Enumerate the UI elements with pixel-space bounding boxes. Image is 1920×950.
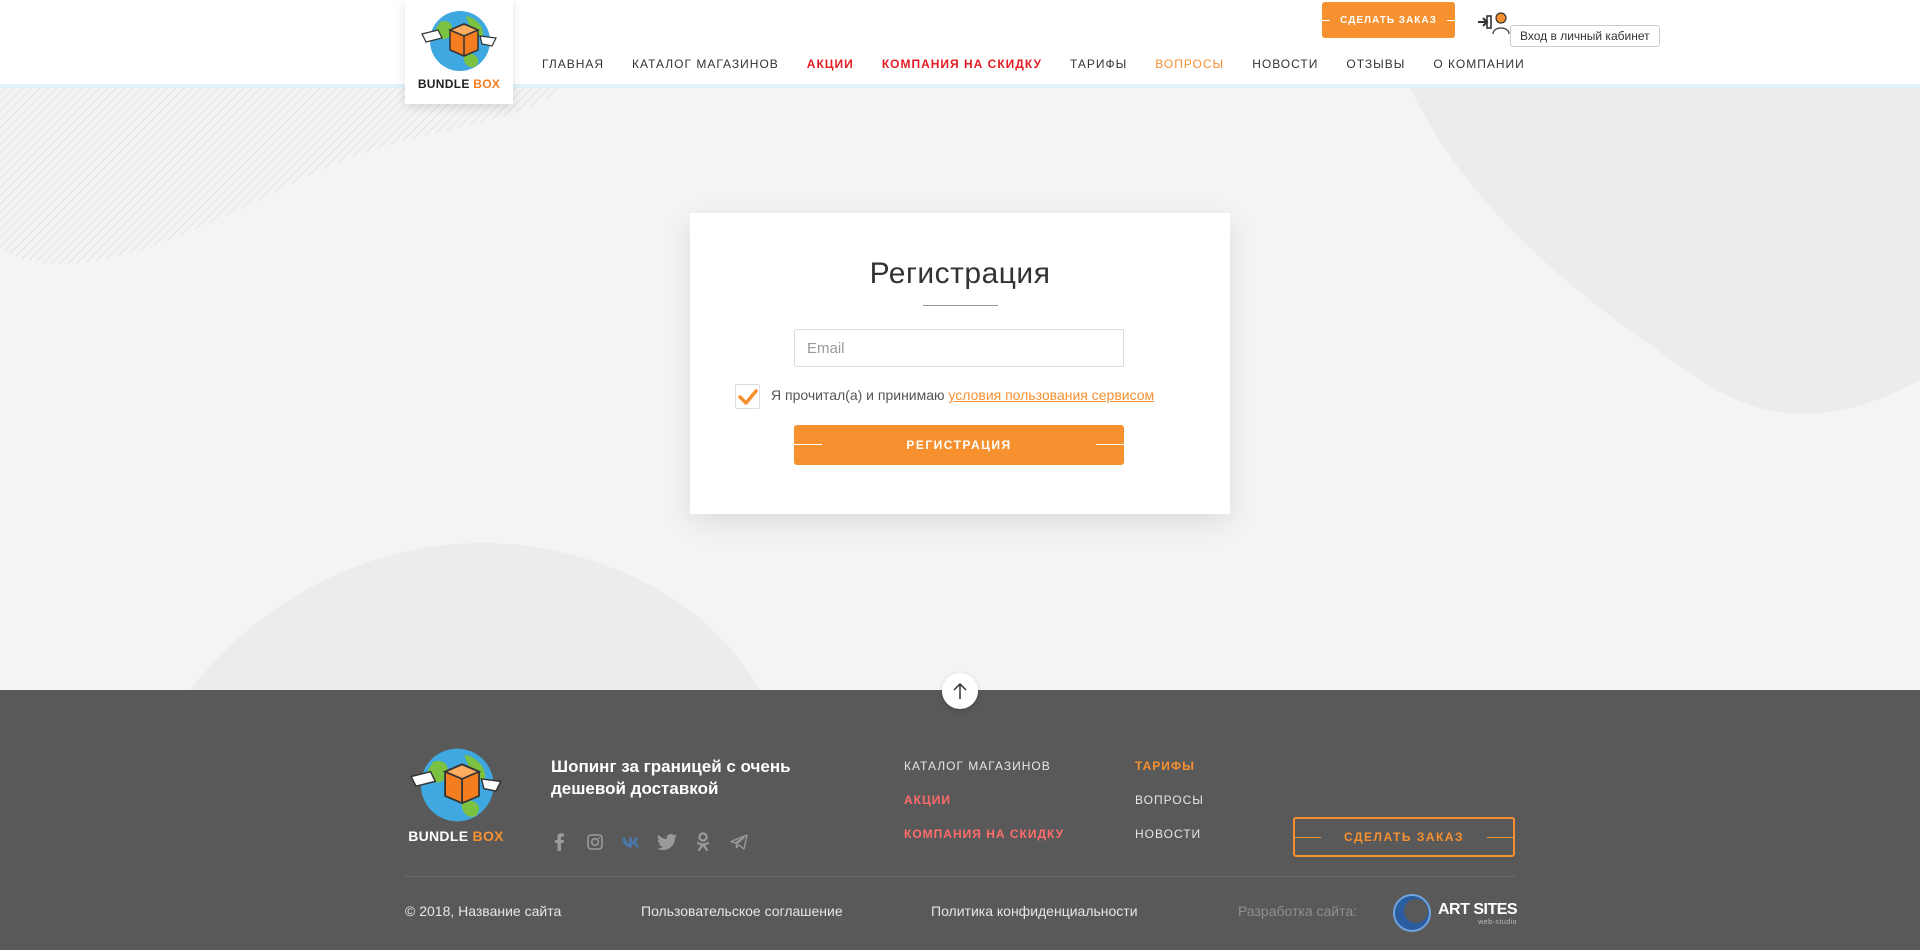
nav-item-tariffs[interactable]: ТАРИФЫ — [1070, 57, 1127, 71]
twitter-icon[interactable] — [657, 832, 677, 852]
footer-divider — [405, 876, 1515, 877]
checkmark-icon — [737, 388, 758, 405]
logo-text-accent: BOX — [473, 77, 501, 91]
register-button[interactable]: РЕГИСТРАЦИЯ — [794, 425, 1124, 465]
register-button-label: РЕГИСТРАЦИЯ — [906, 438, 1012, 452]
developer-sub: web-studio — [1478, 918, 1518, 926]
terms-link[interactable]: условия пользования сервисом — [948, 387, 1154, 403]
art-sites-logo-icon — [1393, 894, 1431, 932]
facebook-icon[interactable] — [549, 832, 569, 852]
nav-item-home[interactable]: ГЛАВНАЯ — [542, 57, 604, 71]
registration-form: Регистрация Я прочитал(а) и принимаю усл… — [690, 213, 1230, 514]
login-tooltip: Вход в личный кабинет — [1510, 25, 1660, 47]
footer-logo[interactable]: BUNDLE BOX — [405, 745, 507, 844]
instagram-icon[interactable] — [585, 832, 605, 852]
footer-slogan: Шопинг за границей с очень дешевой доста… — [551, 757, 791, 798]
nav-item-company-discount[interactable]: КОМПАНИЯ НА СКИДКУ — [882, 57, 1042, 71]
site-footer: BUNDLE BOX Шопинг за границей с очень де… — [0, 690, 1920, 950]
vk-icon[interactable] — [621, 832, 641, 852]
scroll-up-button[interactable] — [942, 673, 978, 709]
copyright: © 2018, Название сайта — [405, 903, 562, 919]
footer-logo-text-accent: BOX — [472, 828, 504, 844]
terms-checkbox[interactable] — [735, 384, 760, 409]
developer-name: ART SITES — [1438, 900, 1518, 918]
nav-item-about[interactable]: О КОМПАНИИ — [1433, 57, 1524, 71]
title-divider — [923, 305, 998, 306]
site-logo[interactable]: BUNDLE BOX — [405, 0, 513, 104]
nav-item-questions[interactable]: ВОПРОСЫ — [1155, 57, 1224, 71]
footer-logo-text-main: BUNDLE — [408, 828, 473, 844]
user-agreement-link[interactable]: Пользовательское соглашение — [641, 903, 843, 919]
main-nav: ГЛАВНАЯ КАТАЛОГ МАГАЗИНОВ АКЦИИ КОМПАНИЯ… — [542, 57, 1525, 71]
globe-box-logo-icon — [410, 748, 502, 822]
footer-links-col1: КАТАЛОГ МАГАЗИНОВ АКЦИИ КОМПАНИЯ НА СКИД… — [904, 759, 1064, 861]
terms-label: Я прочитал(а) и принимаю условия пользов… — [771, 387, 1154, 403]
registration-title: Регистрация — [869, 257, 1051, 290]
footer-link-catalog[interactable]: КАТАЛОГ МАГАЗИНОВ — [904, 759, 1064, 793]
telegram-icon[interactable] — [729, 832, 749, 852]
nav-item-catalog[interactable]: КАТАЛОГ МАГАЗИНОВ — [632, 57, 779, 71]
logo-text-main: BUNDLE — [417, 77, 474, 91]
order-button-footer[interactable]: СДЕЛАТЬ ЗАКАЗ — [1293, 817, 1515, 857]
nav-item-promotions[interactable]: АКЦИИ — [807, 57, 854, 71]
footer-link-promotions[interactable]: АКЦИИ — [904, 793, 1064, 827]
email-field[interactable] — [794, 329, 1124, 367]
footer-link-company-discount[interactable]: КОМПАНИЯ НА СКИДКУ — [904, 827, 1064, 861]
developer-logo[interactable]: ART SITES web-studio — [1392, 893, 1518, 933]
nav-item-reviews[interactable]: ОТЗЫВЫ — [1346, 57, 1405, 71]
arrow-up-icon — [953, 682, 967, 699]
privacy-policy-link[interactable]: Политика конфиденциальности — [931, 903, 1138, 919]
footer-links-col2: ТАРИФЫ ВОПРОСЫ НОВОСТИ — [1135, 759, 1204, 861]
footer-link-news[interactable]: НОВОСТИ — [1135, 827, 1204, 861]
footer-link-tariffs[interactable]: ТАРИФЫ — [1135, 759, 1204, 793]
order-button-header[interactable]: СДЕЛАТЬ ЗАКАЗ — [1322, 2, 1455, 38]
login-icon[interactable] — [1476, 10, 1510, 39]
developer-label: Разработка сайта: — [1238, 903, 1358, 919]
footer-link-questions[interactable]: ВОПРОСЫ — [1135, 793, 1204, 827]
odnoklassniki-icon[interactable] — [693, 832, 713, 852]
globe-box-logo-icon — [421, 11, 497, 71]
terms-text: Я прочитал(а) и принимаю — [771, 387, 949, 403]
social-links — [549, 832, 749, 852]
order-button-footer-label: СДЕЛАТЬ ЗАКАЗ — [1343, 830, 1465, 844]
nav-item-news[interactable]: НОВОСТИ — [1252, 57, 1318, 71]
